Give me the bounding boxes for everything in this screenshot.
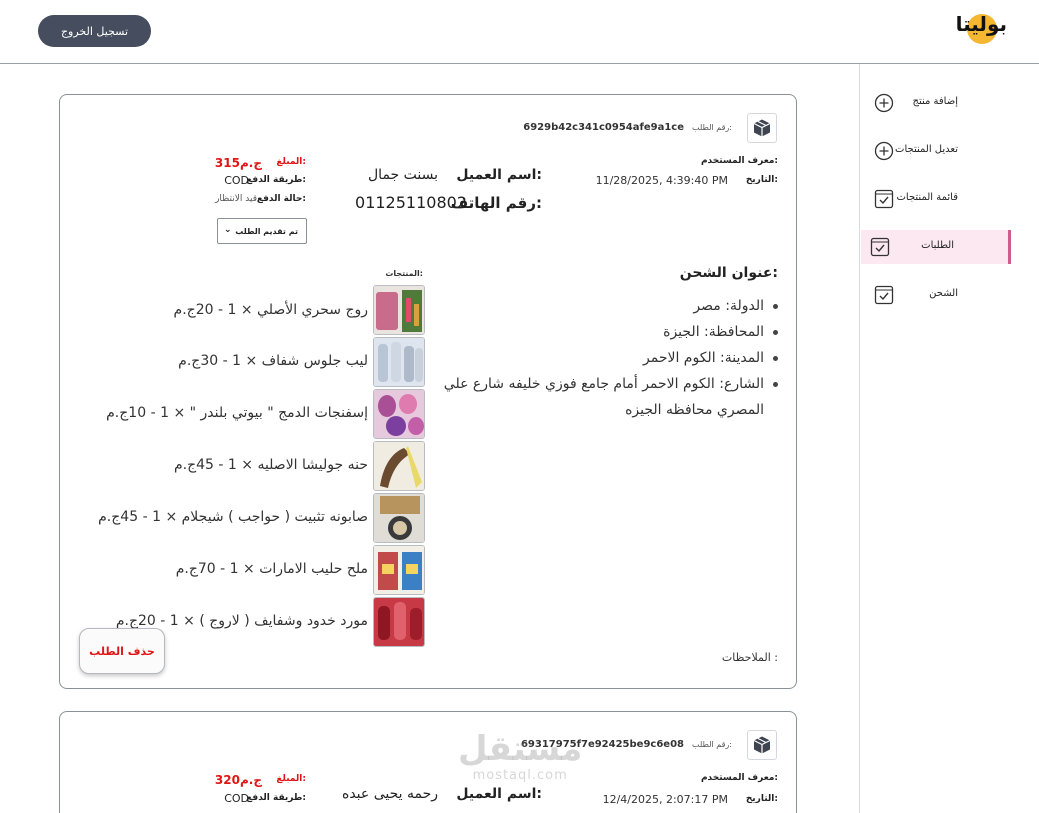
watermark-domain: mostaql.com bbox=[472, 768, 568, 783]
product-line: ملح حليب الامارات × 1 - 70ج.م bbox=[175, 561, 368, 577]
delete-order-button[interactable]: حذف الطلب bbox=[79, 628, 165, 674]
sidebar-item-edit-products[interactable]: تعديل المنتجات bbox=[861, 134, 1012, 168]
order-amount: 315ج.م bbox=[214, 156, 262, 170]
product-thumbnail bbox=[373, 337, 425, 387]
product-thumbnail bbox=[373, 285, 425, 335]
order-date: 12/4/2025, 2:07:17 PM bbox=[602, 793, 728, 806]
brand-logo[interactable]: بوليتا bbox=[955, 8, 1007, 48]
product-line: ليب جلوس شفاف × 1 - 30ج.م bbox=[178, 353, 368, 369]
customer-name: بسنت جمال bbox=[368, 167, 438, 183]
sidebar-item-label: تعديل المنتجات bbox=[895, 144, 958, 155]
sidebar-item-shipping[interactable]: الشحن bbox=[861, 278, 1012, 312]
sidebar: إضافة منتج تعديل المنتجات قائمة المنتجات… bbox=[859, 64, 1039, 813]
product-line: إسفنجات الدمج " بيوتي بلندر " × 1 - 10ج.… bbox=[106, 405, 368, 421]
order-status-select[interactable]: تم تقديم الطلب ⌄ bbox=[217, 218, 307, 244]
sidebar-item-label: قائمة المنتجات bbox=[896, 192, 959, 203]
address-city: المدينة: الكوم الاحمر bbox=[428, 345, 778, 371]
product-thumbnail bbox=[373, 493, 425, 543]
product-line: روج سحري الأصلي × 1 - 20ج.م bbox=[173, 302, 368, 318]
product-thumbnail bbox=[373, 389, 425, 439]
order-id-label: رقم الطلب: bbox=[692, 123, 732, 132]
checkbox-icon bbox=[874, 285, 894, 305]
payment-method: COD bbox=[224, 174, 249, 187]
sidebar-item-add-product[interactable]: إضافة منتج bbox=[861, 86, 1012, 120]
customer-name-label: اسم العميل: bbox=[456, 167, 542, 183]
address-street: الشارع: الكوم الاحمر أمام جامع فوزي خليف… bbox=[428, 371, 778, 423]
checkbox-icon bbox=[870, 237, 890, 257]
shipping-address-title: عنوان الشحن: bbox=[679, 265, 778, 281]
sidebar-item-orders[interactable]: الطلبات bbox=[861, 230, 1011, 264]
package-icon bbox=[747, 113, 777, 143]
order-id-label: رقم الطلب: bbox=[692, 740, 732, 749]
top-bar: تسجيل الخروج بوليتا bbox=[0, 0, 1039, 64]
order-id: 6929b42c341c0954afe9a1ce bbox=[523, 122, 684, 133]
payment-method-label: طريقة الدفع: bbox=[246, 175, 306, 185]
phone-number: 01125110802 bbox=[355, 193, 467, 212]
package-icon bbox=[747, 730, 777, 760]
shipping-address-list: الدولة: مصر المحافظة: الجيزة المدينة: ال… bbox=[428, 293, 778, 423]
order-card: رقم الطلب: 6929b42c341c0954afe9a1ce معرف… bbox=[59, 94, 797, 689]
product-thumbnail bbox=[373, 545, 425, 595]
app-root: تسجيل الخروج بوليتا إضافة منتج تعديل الم… bbox=[0, 0, 1039, 813]
checkbox-icon bbox=[874, 189, 894, 209]
watermark-text: مستقل bbox=[458, 729, 583, 769]
order-date: 11/28/2025, 4:39:40 PM bbox=[595, 174, 728, 187]
payment-method-label: طريقة الدفع: bbox=[246, 793, 306, 803]
payment-method: COD bbox=[224, 792, 249, 805]
amount-label: المبلغ: bbox=[276, 157, 306, 167]
date-label: التاريخ: bbox=[745, 175, 778, 185]
customer-name-label: اسم العميل: bbox=[456, 786, 542, 802]
product-line: صابونه تثبيت ( حواجب ) شيجلام × 1 - 45ج.… bbox=[98, 509, 368, 525]
user-id-label: معرف المستخدم: bbox=[700, 773, 778, 783]
order-card: رقم الطلب: 69317975f7e92425be9c6e08 معرف… bbox=[59, 711, 797, 813]
order-amount: 320ج.م bbox=[214, 773, 262, 787]
product-line: حنه جوليشا الاصليه × 1 - 45ج.م bbox=[173, 457, 368, 473]
watermark: مستقل mostaql.com bbox=[458, 730, 582, 783]
product-thumbnail bbox=[373, 597, 425, 647]
sidebar-item-label: الطلبات bbox=[921, 240, 954, 251]
logout-button[interactable]: تسجيل الخروج bbox=[38, 15, 151, 47]
date-label: التاريخ: bbox=[745, 794, 778, 804]
product-thumbnail bbox=[373, 441, 425, 491]
products-label: المنتجات: bbox=[385, 269, 423, 278]
notes-label: الملاحظات : bbox=[721, 651, 778, 664]
address-governorate: المحافظة: الجيزة bbox=[428, 319, 778, 345]
address-country: الدولة: مصر bbox=[428, 293, 778, 319]
plus-circle-icon bbox=[874, 93, 894, 113]
customer-name: رحمه يحيى عبده bbox=[341, 786, 438, 802]
plus-circle-icon bbox=[874, 141, 894, 161]
order-status-value: تم تقديم الطلب bbox=[235, 227, 298, 236]
sidebar-item-label: الشحن bbox=[929, 288, 958, 299]
product-line: مورد خدود وشفايف ( لاروج ) × 1 - 20ج.م bbox=[115, 613, 368, 629]
payment-status-label: حالة الدفع: bbox=[256, 194, 306, 204]
user-id-label: معرف المستخدم: bbox=[700, 156, 778, 166]
amount-label: المبلغ: bbox=[276, 774, 306, 784]
logo-text: بوليتا bbox=[955, 12, 1007, 36]
payment-status: قيد الانتظار bbox=[215, 194, 257, 204]
sidebar-item-products-list[interactable]: قائمة المنتجات bbox=[861, 182, 1012, 216]
sidebar-item-label: إضافة منتج bbox=[912, 96, 958, 107]
chevron-down-icon: ⌄ bbox=[224, 225, 232, 235]
